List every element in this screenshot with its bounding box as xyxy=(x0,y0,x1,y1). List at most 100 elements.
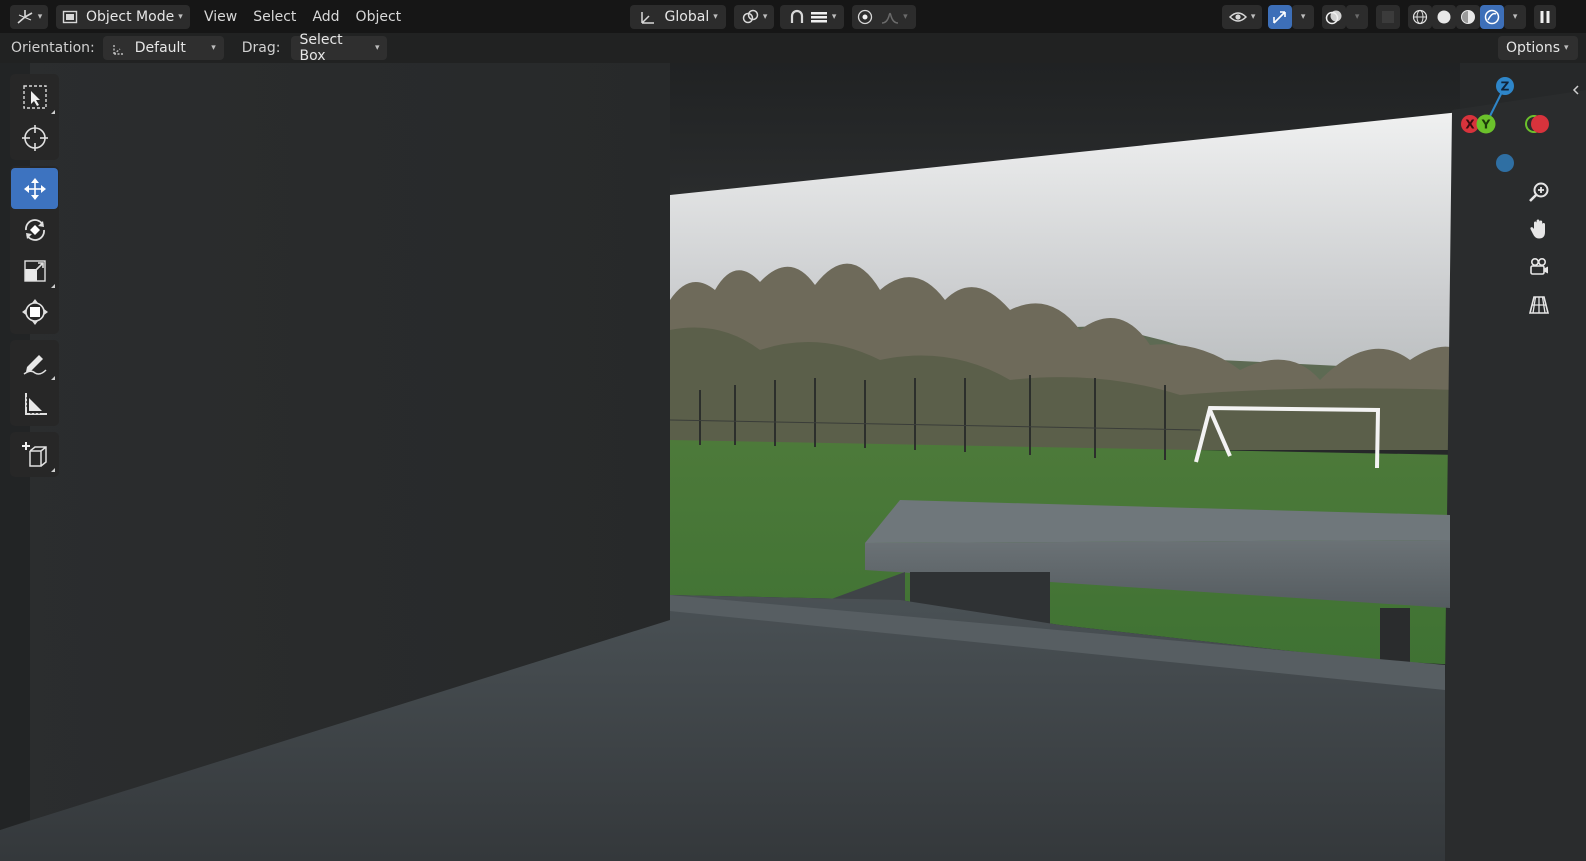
tool-measure[interactable] xyxy=(11,383,58,424)
mode-label: Object Mode xyxy=(86,8,175,25)
options-dropdown[interactable]: Options ▾ xyxy=(1498,36,1578,60)
shading-options-dropdown[interactable]: ▾ xyxy=(1504,4,1527,29)
chevron-down-icon: ▾ xyxy=(1250,11,1256,22)
menu-object[interactable]: Object xyxy=(348,5,410,29)
falloff-curve-icon xyxy=(882,12,899,24)
transform-icon xyxy=(21,298,48,325)
orientation-dropdown[interactable]: Default ▾ xyxy=(102,36,224,60)
viewport-header: ▾ Object Mode ▾ View Select Add Object G… xyxy=(0,0,1586,33)
zoom-button[interactable] xyxy=(1524,177,1554,207)
gizmo-toggle-button[interactable] xyxy=(1268,4,1293,29)
xray-icon xyxy=(1382,10,1395,23)
orientation-axes-icon xyxy=(113,44,124,55)
gizmo-x-label: X xyxy=(1465,118,1475,132)
tool-group-add xyxy=(10,432,59,477)
3d-viewport[interactable] xyxy=(0,0,1586,861)
tool-move[interactable] xyxy=(11,168,58,209)
tool-select-box[interactable] xyxy=(11,76,58,117)
gizmo-options-dropdown[interactable]: ▾ xyxy=(1292,4,1315,29)
zoom-magnifier-icon xyxy=(1529,182,1549,202)
drag-value: Select Box xyxy=(299,32,343,64)
gizmo-neg-x-handle[interactable] xyxy=(1531,115,1549,133)
orientation-axes-icon xyxy=(640,11,654,24)
tool-transform[interactable] xyxy=(11,291,58,332)
material-sphere-icon xyxy=(1461,9,1476,24)
hand-pan-icon xyxy=(1530,219,1545,239)
mode-selector[interactable]: Object Mode ▾ xyxy=(56,4,190,29)
overlays-circles-icon xyxy=(1325,10,1342,24)
tool-add-cube[interactable] xyxy=(11,434,58,475)
scale-icon xyxy=(23,259,46,282)
drag-label: Drag: xyxy=(241,40,281,56)
transform-orientation-dropdown[interactable]: Global ▾ xyxy=(630,4,727,29)
editor-type-button[interactable]: ▾ xyxy=(10,4,48,29)
tool-group-select xyxy=(10,74,59,160)
chevron-down-icon: ▾ xyxy=(762,11,768,22)
menu-add[interactable]: Add xyxy=(304,5,347,29)
tool-submenu-indicator xyxy=(51,376,55,380)
perspective-toggle-button[interactable] xyxy=(1524,290,1554,320)
eye-icon xyxy=(1228,11,1247,22)
shading-rendered-button[interactable] xyxy=(1480,4,1505,29)
chevron-down-icon: ▾ xyxy=(211,43,216,53)
pivot-link-icon xyxy=(742,9,759,23)
tool-cursor[interactable] xyxy=(11,117,58,158)
pause-icon xyxy=(1540,10,1550,23)
magnet-icon xyxy=(790,9,803,23)
cursor-crosshair-icon xyxy=(21,124,48,151)
chevron-down-icon: ▾ xyxy=(374,43,380,53)
perspective-grid-icon xyxy=(1528,296,1550,314)
menu-select[interactable]: Select xyxy=(245,5,304,29)
menu-view[interactable]: View xyxy=(196,5,245,29)
tool-group-annotate xyxy=(10,340,59,426)
transform-orientation-label: Global xyxy=(664,8,710,25)
pan-button[interactable] xyxy=(1524,214,1554,244)
gizmo-y-label: Y xyxy=(1481,118,1491,132)
options-label: Options xyxy=(1506,40,1561,56)
object-mode-icon xyxy=(62,10,78,23)
camera-view-button[interactable] xyxy=(1524,252,1554,282)
tool-submenu-indicator xyxy=(51,110,55,114)
measure-ruler-icon xyxy=(24,392,47,415)
chevron-down-icon: ▾ xyxy=(1300,11,1306,22)
pivot-point-button[interactable]: ▾ xyxy=(734,4,775,29)
drag-dropdown[interactable]: Select Box ▾ xyxy=(291,32,388,64)
pause-render-button[interactable] xyxy=(1534,4,1557,29)
solid-sphere-icon xyxy=(1437,10,1451,23)
xray-toggle-button[interactable] xyxy=(1376,4,1401,29)
chevron-down-icon: ▾ xyxy=(903,11,908,22)
axes-grid-icon xyxy=(17,9,33,24)
snap-increment-icon xyxy=(810,11,827,22)
navigation-gizmo[interactable]: Z X Y xyxy=(1456,72,1586,182)
chevron-down-icon: ▾ xyxy=(37,11,43,22)
overlays-options-dropdown[interactable]: ▾ xyxy=(1346,4,1369,29)
move-arrows-icon xyxy=(23,177,46,200)
sidebar-toggle-icon[interactable] xyxy=(1572,85,1579,95)
rendered-sphere-icon xyxy=(1484,9,1500,24)
add-cube-icon xyxy=(21,441,47,467)
tool-submenu-indicator xyxy=(51,284,55,288)
select-box-icon xyxy=(22,84,47,109)
snapping-group[interactable]: ▾ xyxy=(780,4,845,29)
tool-annotate[interactable] xyxy=(11,342,58,383)
chevron-down-icon: ▾ xyxy=(1564,43,1569,53)
orientation-value: Default xyxy=(134,40,186,56)
chevron-down-icon: ▾ xyxy=(713,11,718,22)
tool-submenu-indicator xyxy=(51,468,55,472)
proportional-editing-group[interactable]: ▾ xyxy=(852,4,917,29)
chevron-down-icon: ▾ xyxy=(1512,11,1518,22)
overlays-toggle-button[interactable] xyxy=(1322,4,1347,29)
gizmo-neg-z-handle[interactable] xyxy=(1496,154,1514,172)
tool-settings-bar: Orientation: Default ▾ Drag: Select Box … xyxy=(0,32,1586,64)
orientation-label: Orientation: xyxy=(11,40,95,56)
shading-wireframe-button[interactable] xyxy=(1408,4,1433,29)
viewport-visibility-button[interactable]: ▾ xyxy=(1222,4,1263,29)
tool-rotate[interactable] xyxy=(11,209,58,250)
shading-solid-button[interactable] xyxy=(1432,4,1457,29)
rotate-icon xyxy=(24,218,45,241)
viewport-render xyxy=(0,63,1586,861)
camera-icon xyxy=(1530,257,1548,275)
wireframe-sphere-icon xyxy=(1413,9,1428,24)
shading-material-button[interactable] xyxy=(1456,4,1481,29)
tool-scale[interactable] xyxy=(11,250,58,291)
